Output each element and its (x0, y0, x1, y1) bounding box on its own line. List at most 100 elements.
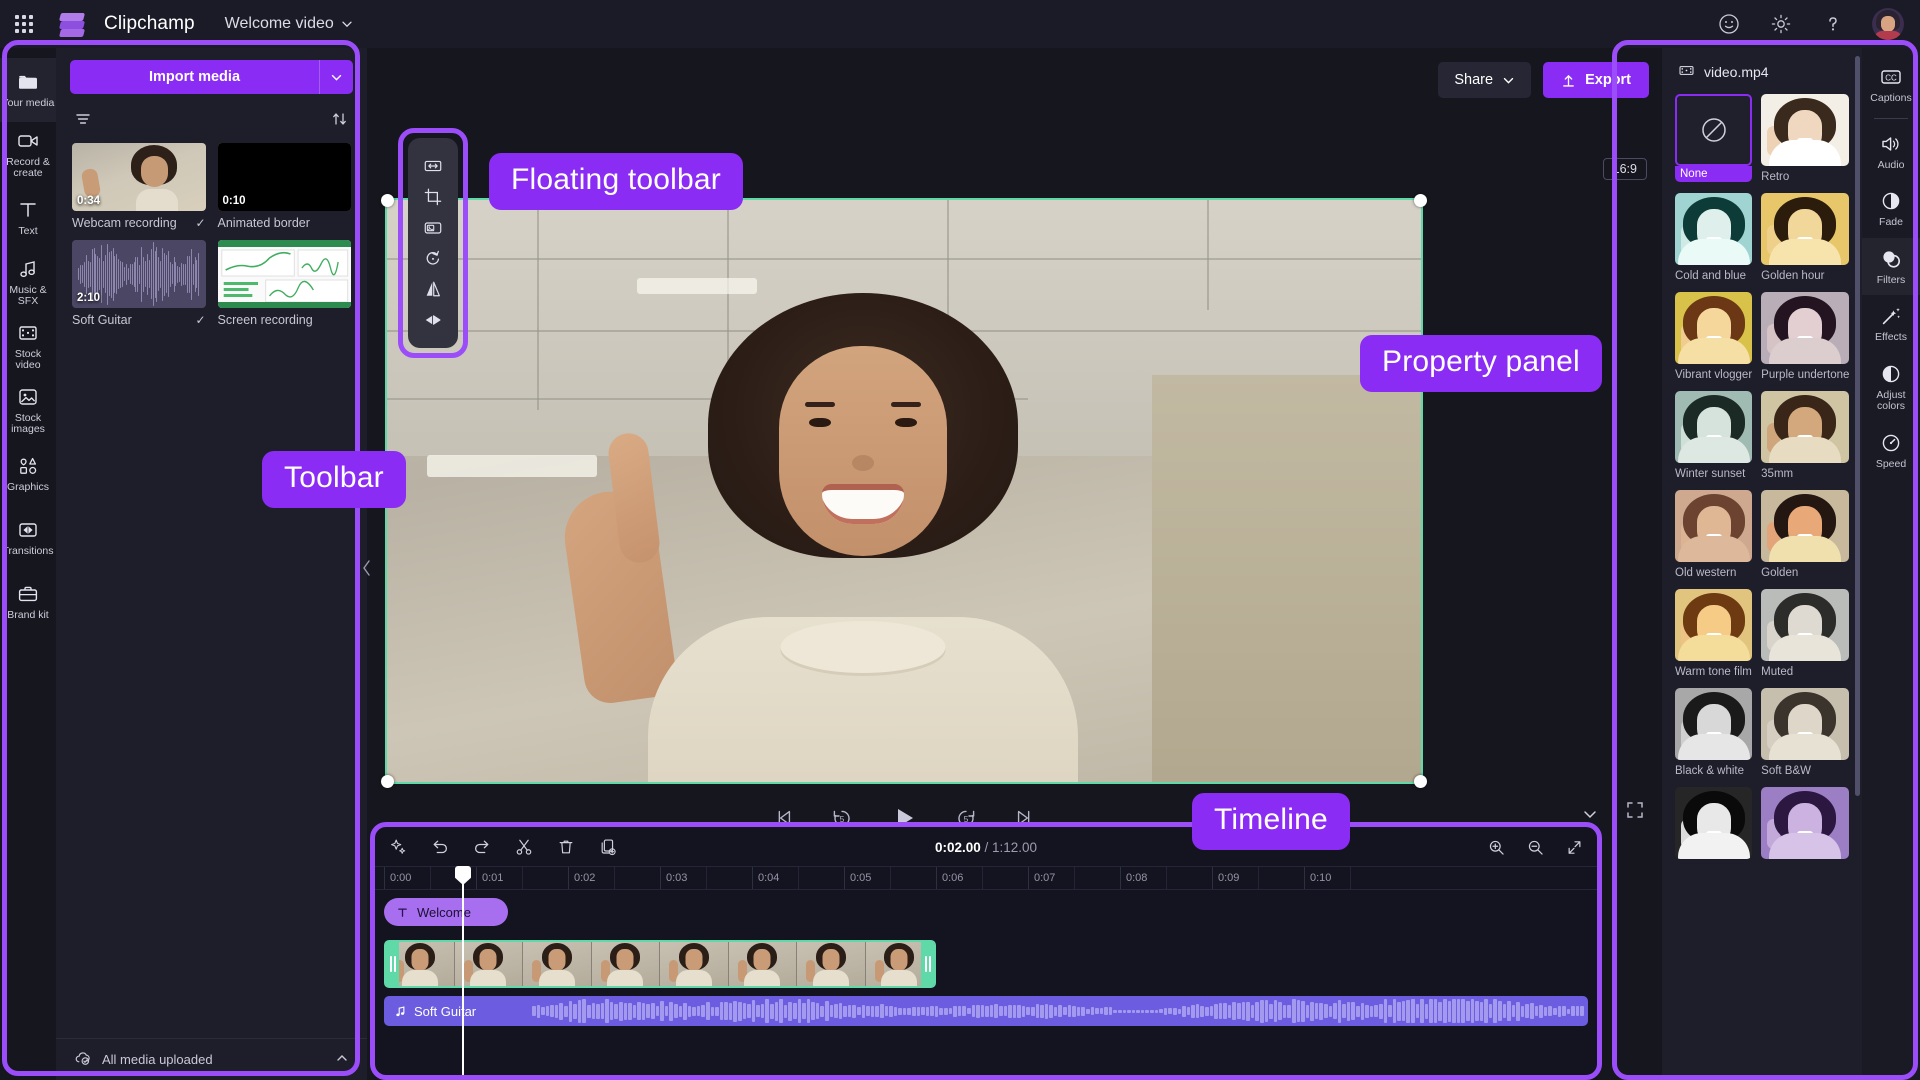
filter-card-soft-b-w[interactable]: Soft B&W (1761, 688, 1849, 777)
sidebar-item-music-sfx[interactable]: Music & SFX (0, 250, 56, 314)
chevron-down-icon (341, 18, 353, 30)
fullscreen-icon[interactable] (1625, 800, 1645, 825)
project-name-dropdown[interactable]: Welcome video (225, 15, 353, 33)
gear-icon[interactable] (1768, 11, 1794, 37)
right-rail-item-effects[interactable]: Effects (1862, 295, 1920, 353)
filter-card-none[interactable]: None (1675, 94, 1752, 183)
undo-icon[interactable] (430, 837, 450, 857)
sidebar-label: Music & SFX (1, 285, 55, 308)
trim-handle-left[interactable] (386, 942, 399, 986)
right-rail-item-audio[interactable]: Audio (1862, 123, 1920, 181)
resize-handle-top-right[interactable] (1414, 194, 1427, 207)
skip-previous-icon[interactable] (772, 807, 794, 829)
right-rail-item-filters[interactable]: Filters (1862, 238, 1920, 296)
ruler-tick: 0:01 (476, 867, 503, 890)
filter-card-golden-hour[interactable]: Golden hour (1761, 193, 1849, 282)
panel-collapse-handle[interactable] (360, 555, 374, 581)
timeline-time-display: 0:02.00 / 1:12.00 (935, 840, 1037, 855)
flip-horizontal-icon[interactable] (423, 278, 443, 300)
right-rail-item-captions[interactable]: CC Captions (1862, 56, 1920, 114)
right-rail-item-speed[interactable]: Speed (1862, 422, 1920, 480)
forward-5-icon[interactable]: 5 (954, 806, 978, 830)
trim-handle-right[interactable] (921, 942, 934, 986)
resize-handle-top-left[interactable] (381, 194, 394, 207)
redo-icon[interactable] (472, 837, 492, 857)
filter-card-item-14[interactable] (1675, 787, 1752, 864)
chevron-up-icon[interactable] (335, 1051, 349, 1068)
fade-triangle-icon[interactable] (423, 309, 443, 331)
media-item-soft-guitar[interactable]: 2:10 Soft Guitar ✓ (72, 240, 206, 327)
filter-card-item-15[interactable] (1761, 787, 1849, 864)
fit-timeline-icon[interactable] (1565, 838, 1584, 857)
import-media-dropdown-button[interactable] (319, 60, 353, 94)
zoom-out-icon[interactable] (1526, 838, 1545, 857)
filter-card-35mm[interactable]: 35mm (1761, 391, 1849, 480)
sidebar-item-your-media[interactable]: Your media (0, 58, 56, 122)
zoom-in-icon[interactable] (1487, 838, 1506, 857)
filter-preview (1761, 688, 1849, 760)
filter-card-cold-and-blue[interactable]: Cold and blue (1675, 193, 1752, 282)
timeline-clip-video[interactable] (384, 940, 936, 988)
sidebar-item-record-create[interactable]: Record & create (0, 122, 56, 186)
right-rail-item-adjust-colors[interactable]: Adjust colors (1862, 353, 1920, 422)
sidebar-label: Graphics (7, 482, 49, 494)
filter-label: 35mm (1761, 468, 1849, 480)
duplicate-icon[interactable] (598, 837, 618, 857)
skip-next-icon[interactable] (1014, 807, 1036, 829)
timeline-clip-audio[interactable]: Soft Guitar (384, 996, 1588, 1026)
filter-card-purple-undertone[interactable]: Purple undertone (1761, 292, 1849, 381)
import-media-button[interactable]: Import media (70, 60, 319, 94)
export-button[interactable]: Export (1543, 62, 1649, 98)
app-launcher-icon[interactable] (0, 0, 48, 48)
filter-card-winter-sunset[interactable]: Winter sunset (1675, 391, 1752, 480)
filter-icon[interactable] (74, 110, 92, 133)
rotate-icon[interactable] (423, 247, 443, 269)
filter-card-old-western[interactable]: Old western (1675, 490, 1752, 579)
question-mark-icon[interactable] (1820, 11, 1846, 37)
scissors-icon[interactable] (514, 837, 534, 857)
sidebar-item-graphics[interactable]: Graphics (0, 442, 56, 506)
ruler-tick-minor (1258, 867, 1264, 890)
resize-handle-bottom-right[interactable] (1414, 775, 1427, 788)
trash-icon[interactable] (556, 837, 576, 857)
rewind-5-icon[interactable]: 5 (830, 806, 854, 830)
user-avatar[interactable] (1872, 8, 1904, 40)
pip-icon[interactable] (423, 217, 443, 239)
share-button[interactable]: Share (1438, 62, 1531, 98)
sidebar-item-brand-kit[interactable]: Brand kit (0, 570, 56, 634)
ruler-tick: 0:09 (1212, 867, 1239, 890)
video-canvas[interactable] (387, 200, 1421, 782)
filter-card-warm-tone-film[interactable]: Warm tone film (1675, 589, 1752, 678)
timeline-ruler[interactable]: 0:000:010:020:030:040:050:060:070:080:09… (374, 866, 1598, 890)
filter-preview (1675, 589, 1752, 661)
media-item-webcam-recording[interactable]: 0:34 Webcam recording ✓ (72, 143, 206, 230)
filter-card-vibrant-vlogger[interactable]: Vibrant vlogger (1675, 292, 1752, 381)
filter-card-retro[interactable]: Retro (1761, 94, 1849, 183)
resize-handle-bottom-left[interactable] (381, 775, 394, 788)
sidebar-item-stock-images[interactable]: Stock images (0, 378, 56, 442)
sidebar-item-transitions[interactable]: Transitions (0, 506, 56, 570)
sort-arrows-icon[interactable] (331, 110, 349, 133)
right-rail-item-fade[interactable]: Fade (1862, 180, 1920, 238)
property-panel-scrollbar[interactable] (1855, 56, 1860, 796)
smiley-icon[interactable] (1716, 11, 1742, 37)
timeline-clip-welcome[interactable]: Welcome (384, 898, 508, 926)
crop-icon[interactable] (423, 186, 443, 208)
right-rail-label: Adjust colors (1876, 390, 1905, 413)
check-icon: ✓ (195, 216, 205, 230)
media-item-screen-recording[interactable]: Screen recording (218, 240, 352, 327)
ruler-tick-minor (430, 867, 436, 890)
timeline-collapse-button[interactable] (1582, 806, 1598, 827)
aspect-ratio-badge[interactable]: 16:9 (1603, 158, 1647, 180)
filter-card-golden[interactable]: Golden (1761, 490, 1849, 579)
sparkles-icon[interactable] (388, 837, 408, 857)
media-item-animated-border[interactable]: 0:10 Animated border (218, 143, 352, 230)
media-name: Screen recording (218, 313, 313, 327)
filter-card-muted[interactable]: Muted (1761, 589, 1849, 678)
filters-circles-icon (1879, 247, 1903, 271)
sidebar-item-stock-video[interactable]: Stock video (0, 314, 56, 378)
fit-width-icon[interactable] (423, 155, 443, 177)
filter-thumbnail (1761, 787, 1849, 859)
sidebar-item-text[interactable]: Text (0, 186, 56, 250)
filter-card-black-white[interactable]: Black & white (1675, 688, 1752, 777)
